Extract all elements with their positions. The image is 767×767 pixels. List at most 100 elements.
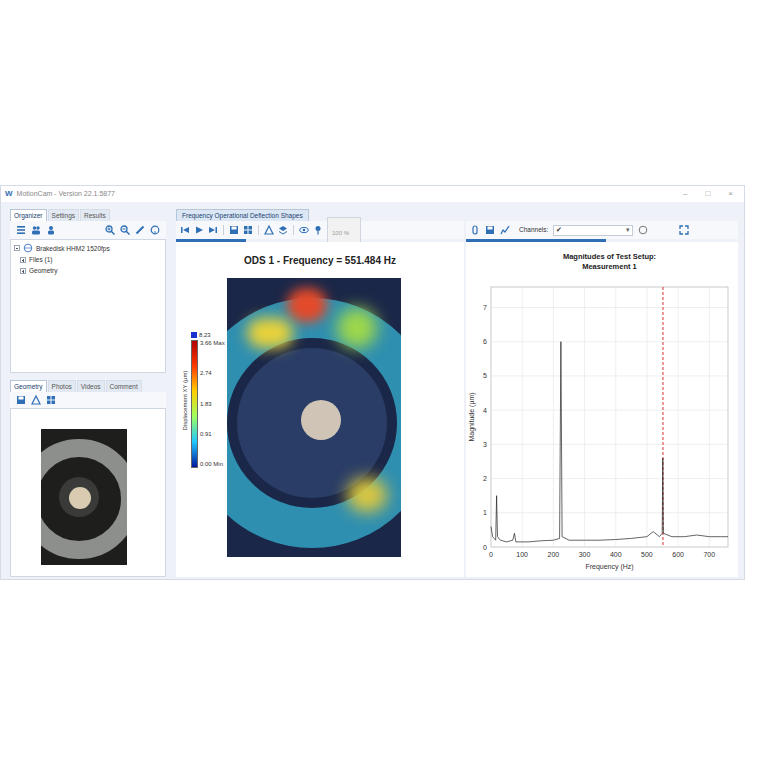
x-gridline — [553, 287, 554, 547]
users-icon[interactable] — [46, 225, 56, 235]
left-tabstrip: OrganizerSettingsResults — [10, 208, 166, 221]
y-tick: 4 — [483, 407, 487, 414]
hotspot-lower — [347, 478, 387, 512]
y-gridline — [491, 478, 728, 479]
dropdown-arrow: ▾ — [626, 225, 630, 236]
x-tick: 500 — [641, 551, 653, 558]
tree-label[interactable]: Brakedisk HHM2 1520fps — [36, 244, 110, 253]
panel-tab[interactable]: Settings — [48, 209, 80, 221]
chart-title: Measurement 1 — [582, 262, 637, 271]
ods-tab[interactable]: Frequency Operational Deflection Shapes — [176, 209, 309, 221]
y-tick: 1 — [483, 509, 487, 516]
panel-tab[interactable]: Comment — [106, 380, 142, 392]
chart-area: Magnitudes of Test Setup:Measurement 1 0 1… — [466, 242, 738, 577]
app-window: WMotionCam - Version 22.1.5877–□× Organi… — [0, 185, 745, 580]
tree-expander[interactable] — [20, 257, 26, 263]
y-tick: 3 — [483, 441, 487, 448]
expander-bar — [23, 259, 24, 262]
hotspot-yellow — [247, 318, 293, 348]
toolbar-separator — [223, 225, 224, 235]
fullscreen-icon[interactable] — [679, 225, 689, 235]
y-gridline — [491, 341, 728, 342]
panel-tab[interactable]: Organizer — [10, 209, 47, 221]
x-gridline — [491, 287, 492, 547]
ods-heatmap-frame — [227, 278, 401, 557]
prev-icon[interactable] — [180, 225, 190, 235]
x-tick: 400 — [610, 551, 622, 558]
chart-toolbar: Channels:✔▾ — [466, 221, 738, 239]
panel-tab[interactable]: Photos — [48, 380, 76, 392]
panel-tab[interactable]: Geometry — [10, 380, 47, 392]
disk-hub — [301, 400, 341, 440]
tree-item[interactable]: Files (1) — [14, 255, 165, 264]
colorbar-label-box: Displacement XY (µm) — [179, 330, 191, 470]
tree-label[interactable]: Geometry — [29, 266, 58, 275]
app-logo: W — [5, 188, 13, 200]
triangle-icon[interactable] — [31, 395, 41, 405]
spectrum-line — [491, 342, 728, 542]
tree-expander[interactable] — [14, 245, 20, 251]
save-icon[interactable] — [485, 225, 495, 235]
zoom-in-icon[interactable] — [105, 225, 115, 235]
workspace: OrganizerSettingsResults Brakedisk HHM2 … — [1, 202, 744, 579]
colorbar-tick: 3.66 Max — [200, 340, 225, 347]
layers-icon[interactable] — [278, 225, 288, 235]
y-tick: 0 — [483, 544, 487, 551]
ring-icon[interactable] — [638, 225, 648, 235]
colorbar-tick: 1.83 — [200, 401, 225, 408]
channels-dropdown[interactable]: ✔▾ — [553, 225, 633, 236]
x-gridline — [646, 287, 647, 547]
window-control[interactable]: – — [676, 188, 694, 200]
y-tick: 7 — [483, 304, 487, 311]
panel-tab[interactable]: Videos — [77, 380, 105, 392]
x-tick: 600 — [672, 551, 684, 558]
next-icon[interactable] — [208, 225, 218, 235]
pencil-icon[interactable] — [135, 225, 145, 235]
colorbar: Displacement XY (µm)8.233.66 Max 2.74 1.83… — [176, 278, 227, 557]
y-gridline — [491, 375, 728, 376]
channel-check: ✔ — [556, 225, 562, 236]
tree-expander[interactable] — [20, 268, 26, 274]
colorbar-tick: 2.74 — [200, 370, 225, 377]
y-gridline — [491, 410, 728, 411]
help-icon[interactable] — [150, 225, 160, 235]
grid-icon[interactable] — [243, 225, 253, 235]
window-control[interactable]: □ — [698, 188, 717, 200]
tree-item[interactable]: Geometry — [14, 266, 165, 275]
colorbar-label: Displacement XY (µm) — [181, 337, 190, 465]
geometry-toolbar — [10, 392, 166, 408]
channels-label: Channels: — [519, 225, 548, 235]
grid-icon[interactable] — [46, 395, 56, 405]
chart-title: Magnitudes of Test Setup: — [563, 252, 656, 261]
clip-icon[interactable] — [470, 225, 480, 235]
colorbar-top: 8.23 — [191, 330, 225, 340]
zoom-field[interactable]: 100 % — [327, 217, 361, 243]
list-icon[interactable] — [16, 225, 26, 235]
play-icon[interactable] — [194, 225, 204, 235]
x-gridline — [615, 287, 616, 547]
tree-label[interactable]: Files (1) — [29, 255, 52, 264]
x-tick: 200 — [548, 551, 560, 558]
organizer-tree: Brakedisk HHM2 1520fps Files (1) Geometry — [10, 239, 166, 373]
triangle-icon[interactable] — [264, 225, 274, 235]
colorbar-body: 3.66 Max2.741.830.910.00 Min — [191, 340, 225, 468]
save-icon[interactable] — [229, 225, 239, 235]
x-gridline — [709, 287, 710, 547]
eye-icon[interactable] — [299, 225, 309, 235]
x-gridline — [678, 287, 679, 547]
pin-icon[interactable] — [313, 225, 323, 235]
save-icon[interactable] — [16, 395, 26, 405]
people-icon[interactable] — [31, 225, 41, 235]
y-tick: 5 — [483, 372, 487, 379]
window-control[interactable]: × — [721, 188, 740, 200]
x-gridline — [584, 287, 585, 547]
ods-row: Displacement XY (µm)8.233.66 Max 2.74 1.83… — [176, 278, 464, 557]
right-panel: Channels:✔▾ Magnitudes of Test Setup:Mea… — [466, 208, 738, 577]
globe-icon[interactable] — [23, 243, 33, 253]
expander-dash — [16, 248, 18, 249]
panel-tab[interactable]: Results — [80, 209, 110, 221]
zoom-out-icon[interactable] — [120, 225, 130, 235]
x-tick: 700 — [703, 551, 715, 558]
tree-item[interactable]: Brakedisk HHM2 1520fps — [14, 243, 165, 253]
chart-icon[interactable] — [500, 225, 510, 235]
